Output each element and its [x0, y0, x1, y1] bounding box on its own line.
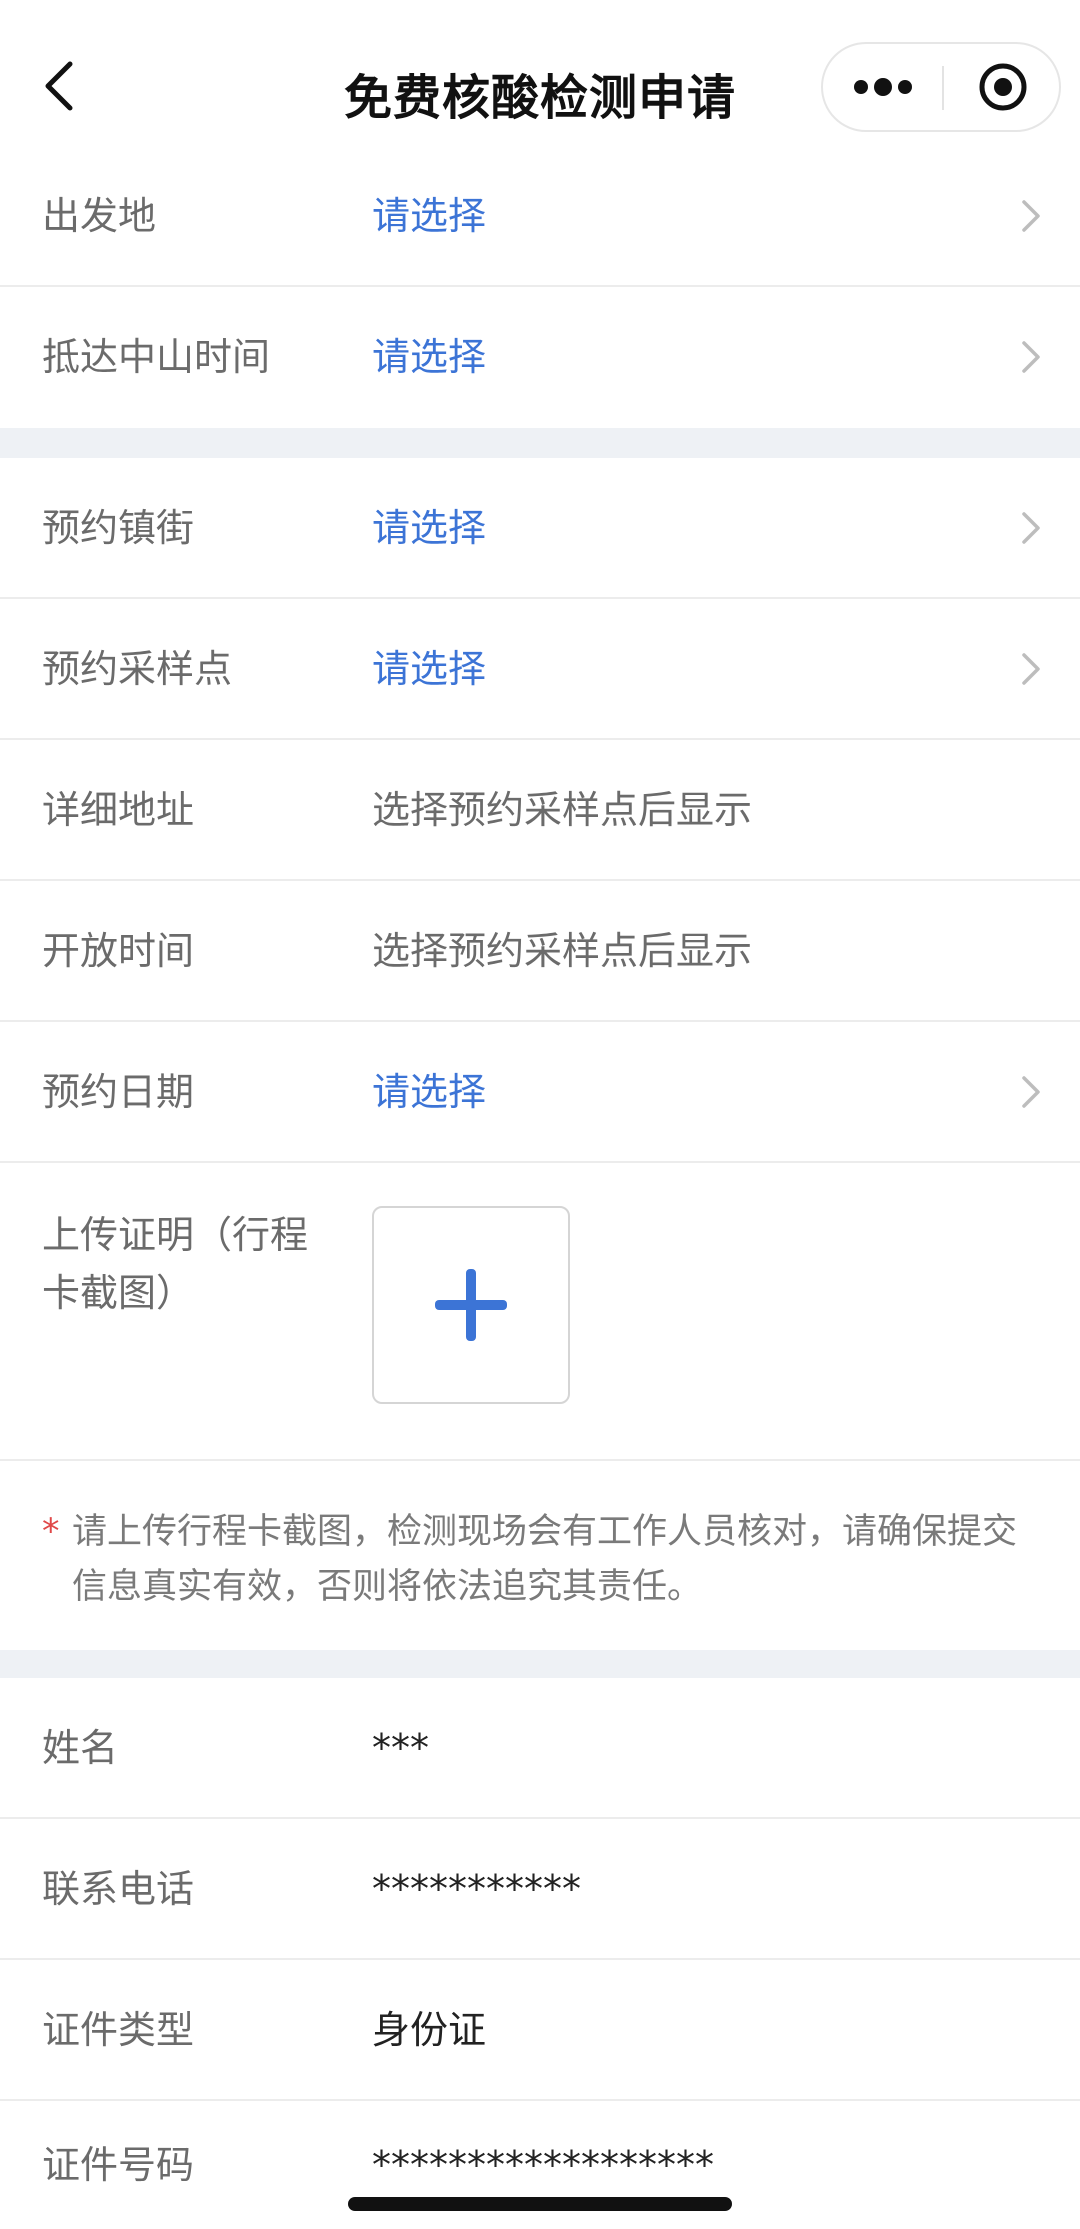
chevron-right-icon — [1022, 200, 1040, 232]
upload-button[interactable] — [372, 1206, 570, 1404]
close-button[interactable] — [944, 44, 1061, 130]
required-star: * — [42, 1512, 60, 1552]
sampling-point-row[interactable]: 预约采样点 请选择 — [0, 599, 1080, 740]
arrival-time-value: 请选择 — [372, 335, 487, 379]
town-row[interactable]: 预约镇街 请选择 — [0, 458, 1080, 599]
address-label: 详细地址 — [42, 788, 195, 832]
arrival-time-row[interactable]: 抵达中山时间 请选择 — [0, 287, 1080, 428]
chevron-right-icon — [1022, 512, 1040, 544]
phone-label: 联系电话 — [42, 1867, 195, 1911]
town-label: 预约镇街 — [42, 506, 195, 550]
home-indicator — [348, 2197, 732, 2211]
open-hours-label: 开放时间 — [42, 929, 195, 973]
arrival-time-label: 抵达中山时间 — [42, 335, 271, 379]
id-type-label: 证件类型 — [42, 2008, 195, 2052]
date-row[interactable]: 预约日期 请选择 — [0, 1022, 1080, 1163]
mini-program-capsule — [821, 42, 1061, 132]
date-value: 请选择 — [372, 1070, 487, 1114]
upload-note: * 请上传行程卡截图，检测现场会有工作人员核对，请确保提交信息真实有效，否则将依… — [42, 1505, 1032, 1615]
date-label: 预约日期 — [42, 1070, 195, 1114]
more-dots-icon — [853, 78, 912, 96]
address-row: 详细地址 选择预约采样点后显示 — [0, 740, 1080, 881]
row-divider — [0, 1161, 1080, 1163]
open-hours-value: 选择预约采样点后显示 — [372, 929, 753, 973]
open-hours-row: 开放时间 选择预约采样点后显示 — [0, 881, 1080, 1022]
row-divider — [0, 1459, 1080, 1461]
phone-row: 联系电话 *********** — [0, 1819, 1080, 1960]
chevron-right-icon — [1022, 1076, 1040, 1108]
target-circle-icon — [979, 63, 1026, 111]
plus-icon — [435, 1269, 507, 1341]
id-number-label: 证件号码 — [42, 2143, 195, 2187]
section-gap — [0, 1650, 1080, 1678]
departure-row[interactable]: 出发地 请选择 — [0, 146, 1080, 287]
more-button[interactable] — [823, 44, 942, 130]
upload-note-text: 请上传行程卡截图，检测现场会有工作人员核对，请确保提交信息真实有效，否则将依法追… — [72, 1512, 1018, 1607]
section-gap — [0, 428, 1080, 458]
name-label: 姓名 — [42, 1726, 119, 1770]
chevron-right-icon — [1022, 341, 1040, 373]
phone-value: *********** — [372, 1867, 581, 1911]
address-value: 选择预约采样点后显示 — [372, 788, 753, 832]
departure-value: 请选择 — [372, 194, 487, 238]
name-row: 姓名 *** — [0, 1678, 1080, 1819]
sampling-point-value: 请选择 — [372, 647, 487, 691]
departure-label: 出发地 — [42, 194, 157, 238]
sampling-point-label: 预约采样点 — [42, 647, 233, 691]
name-value: *** — [372, 1726, 429, 1770]
id-type-row: 证件类型 身份证 — [0, 1960, 1080, 2101]
id-type-value: 身份证 — [372, 2008, 487, 2052]
chevron-right-icon — [1022, 653, 1040, 685]
town-value: 请选择 — [372, 506, 487, 550]
upload-label: 上传证明（行程卡截图） — [42, 1213, 309, 1315]
